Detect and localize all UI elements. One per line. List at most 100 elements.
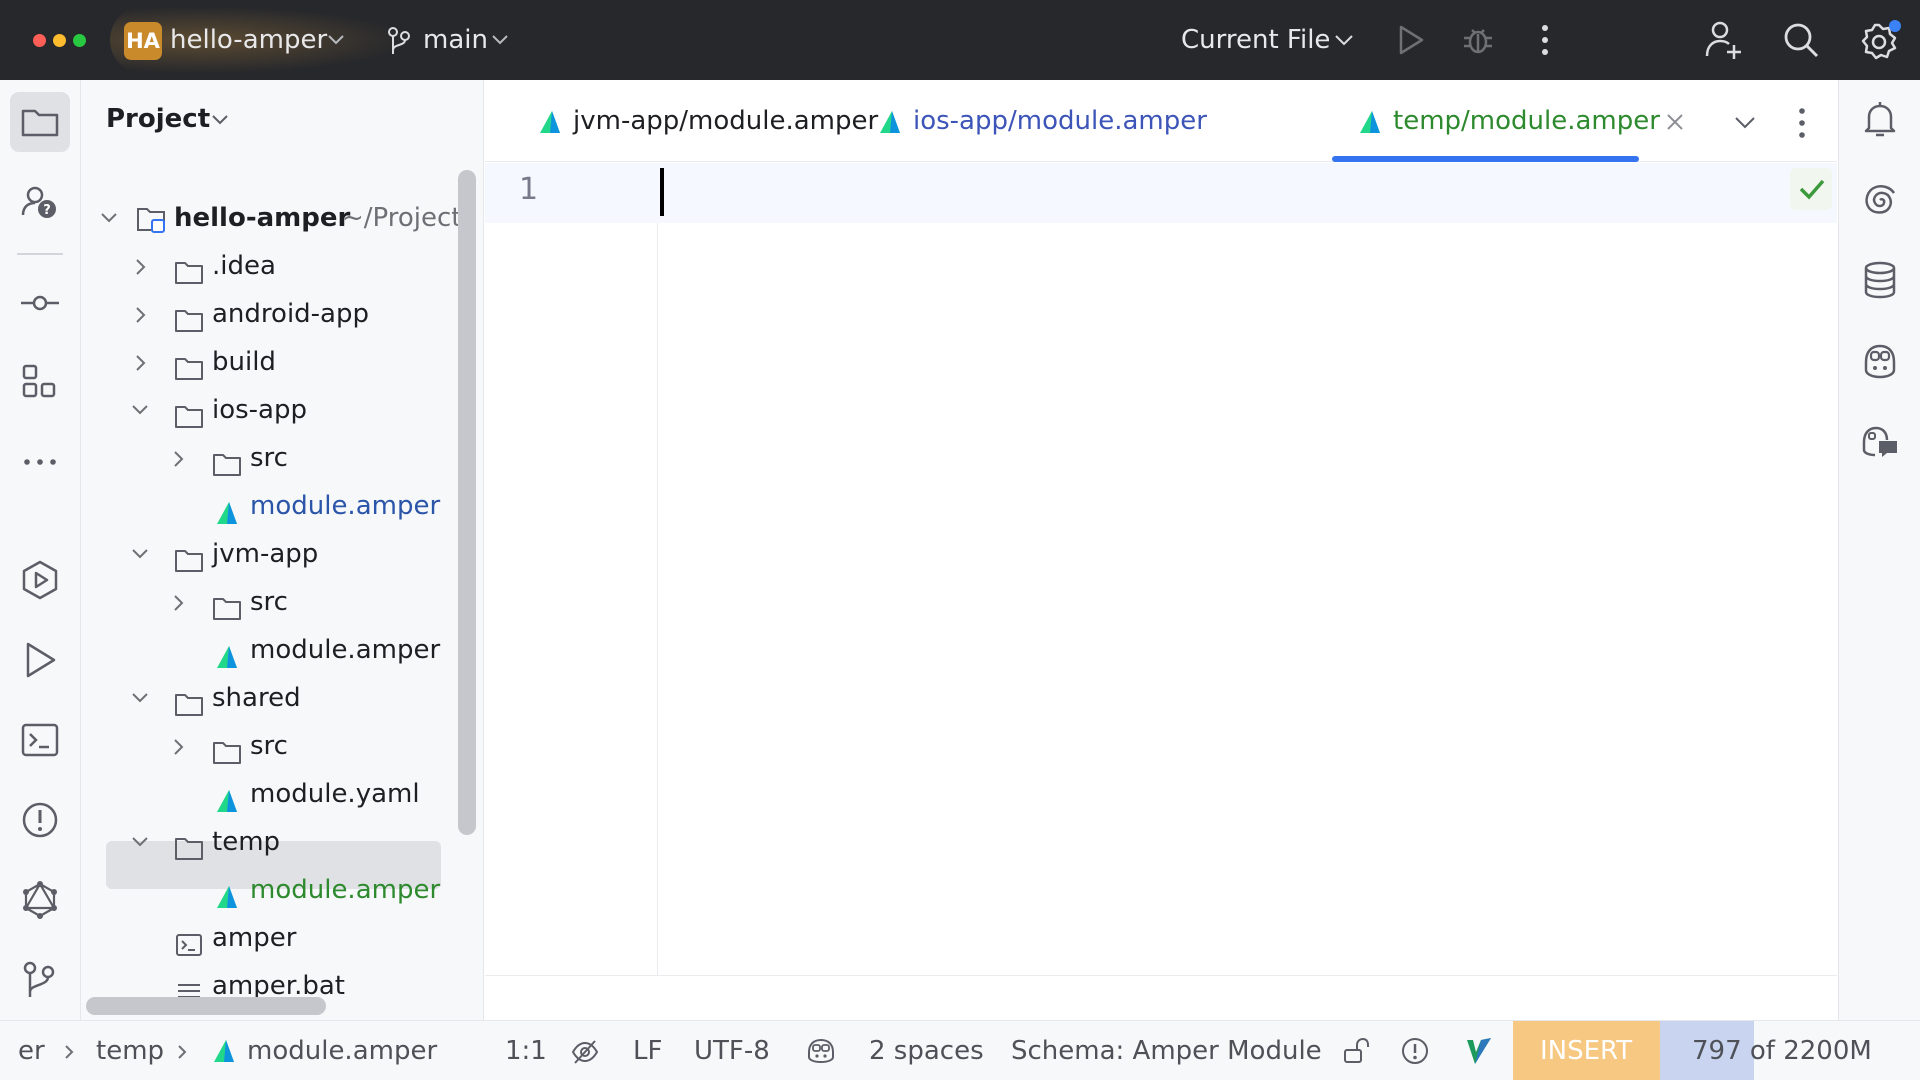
graphql-icon[interactable]: [20, 880, 60, 920]
tree-folder-row[interactable]: android-app: [81, 290, 461, 338]
svg-text:?: ?: [43, 203, 51, 218]
panel-title[interactable]: Project: [106, 104, 210, 134]
git-branch-icon[interactable]: [20, 960, 60, 1000]
more-tools-icon[interactable]: [20, 442, 60, 482]
caret-position[interactable]: 1:1: [505, 1021, 547, 1080]
more-vertical-icon[interactable]: [1538, 22, 1552, 58]
vim-icon[interactable]: [1465, 1036, 1493, 1066]
project-badge[interactable]: HA: [124, 22, 162, 60]
unlock-icon[interactable]: [1342, 1037, 1370, 1065]
chevron-down-icon[interactable]: [1334, 34, 1354, 46]
search-icon[interactable]: [1782, 21, 1820, 59]
chevron-down-icon[interactable]: [491, 34, 509, 46]
breadcrumb-folder[interactable]: temp: [96, 1021, 164, 1080]
chevron-down-icon[interactable]: [100, 210, 118, 226]
tree-folder-row[interactable]: src: [81, 722, 461, 770]
minimize-window-button[interactable]: [53, 34, 66, 47]
tree-file-row[interactable]: module.amper: [81, 866, 461, 914]
chevron-down-icon[interactable]: [131, 690, 149, 706]
file-encoding[interactable]: UTF-8: [694, 1021, 770, 1080]
ai-assistant-help-icon[interactable]: ?: [20, 182, 60, 222]
eye-crossed-icon[interactable]: [571, 1039, 599, 1065]
close-tab-icon[interactable]: [1666, 113, 1684, 131]
tree-file-row[interactable]: module.amper: [81, 626, 461, 674]
tree-folder-row[interactable]: shared: [81, 674, 461, 722]
settings-gear-icon[interactable]: [1860, 19, 1902, 61]
chevron-down-icon[interactable]: [327, 34, 345, 46]
amper-file-icon: [540, 111, 560, 133]
chevron-right-icon[interactable]: [172, 594, 186, 612]
tree-item-label: jvm-app: [212, 539, 319, 569]
vertical-scrollbar[interactable]: [458, 170, 476, 835]
copilot-icon[interactable]: [1860, 340, 1900, 380]
tree-folder-row[interactable]: jvm-app: [81, 530, 461, 578]
insert-mode-indicator[interactable]: INSERT: [1513, 1021, 1660, 1080]
tree-folder-row[interactable]: temp: [81, 818, 461, 866]
tree-folder-row[interactable]: src: [81, 434, 461, 482]
tree-item-label: ios-app: [212, 395, 307, 425]
toolbar-separator: [17, 253, 63, 255]
right-tool-strip: [1838, 80, 1920, 1020]
problems-icon[interactable]: [20, 800, 60, 840]
run-tool-icon[interactable]: [20, 640, 60, 680]
tree-item-label: module.amper: [250, 635, 441, 665]
branch-icon[interactable]: [386, 26, 412, 56]
breadcrumb-file[interactable]: module.amper: [247, 1021, 437, 1080]
memory-indicator[interactable]: 797 of 2200M: [1660, 1021, 1920, 1080]
inspection-status[interactable]: [1790, 168, 1832, 210]
run-icon[interactable]: [1397, 24, 1425, 56]
services-icon[interactable]: [20, 560, 60, 600]
tree-file-row[interactable]: amper: [81, 914, 461, 962]
debug-icon[interactable]: [1461, 24, 1495, 56]
indent-setting[interactable]: 2 spaces: [869, 1021, 984, 1080]
json-schema[interactable]: Schema: Amper Module: [1011, 1021, 1322, 1080]
run-config-selector[interactable]: Current File: [1181, 24, 1330, 56]
editor-tab-bar: jvm-app/module.amper ios-app/module.ampe…: [485, 80, 1837, 162]
chevron-down-icon[interactable]: [211, 114, 229, 126]
tree-item-label: .idea: [212, 251, 276, 281]
problems-status-icon[interactable]: [1401, 1037, 1429, 1065]
text-caret: [660, 168, 664, 216]
notifications-bell-icon[interactable]: [1860, 100, 1900, 140]
tree-folder-row[interactable]: src: [81, 578, 461, 626]
copilot-chat-icon[interactable]: [1860, 420, 1900, 460]
database-icon[interactable]: [1860, 260, 1900, 300]
tree-folder-row[interactable]: build: [81, 338, 461, 386]
chevron-down-icon[interactable]: [131, 546, 149, 562]
tree-item-label: src: [250, 587, 288, 617]
copilot-status-icon[interactable]: [806, 1037, 836, 1065]
add-user-icon[interactable]: [1704, 20, 1742, 60]
chevron-right-icon[interactable]: [134, 306, 148, 324]
title-bar: HA hello-amper main Current File: [0, 0, 1920, 80]
chevron-right-icon[interactable]: [172, 738, 186, 756]
chevron-down-icon[interactable]: [1734, 116, 1756, 130]
checkmark-icon: [1799, 179, 1825, 200]
code-editor-area[interactable]: [666, 223, 1836, 975]
breadcrumb-prefix[interactable]: er: [18, 1021, 45, 1080]
line-separator[interactable]: LF: [633, 1021, 662, 1080]
zoom-window-button[interactable]: [73, 34, 86, 47]
chevron-right-icon[interactable]: [172, 450, 186, 468]
terminal-icon[interactable]: [20, 720, 60, 760]
chevron-right-icon[interactable]: [134, 354, 148, 372]
project-name[interactable]: hello-amper: [170, 24, 327, 56]
tree-item-label: shared: [212, 683, 301, 713]
ai-assistant-spiral-icon[interactable]: [1860, 180, 1900, 220]
structure-icon[interactable]: [20, 362, 60, 402]
tree-folder-row[interactable]: .idea: [81, 242, 461, 290]
close-window-button[interactable]: [33, 34, 46, 47]
chevron-down-icon[interactable]: [131, 834, 149, 850]
chevron-right-icon: [65, 1045, 74, 1059]
chevron-down-icon[interactable]: [131, 402, 149, 418]
tree-file-row[interactable]: module.amper: [81, 482, 461, 530]
more-vertical-icon[interactable]: [1795, 106, 1809, 140]
tree-item-label: build: [212, 347, 276, 377]
commit-icon[interactable]: [20, 283, 60, 323]
project-folder-icon[interactable]: [20, 102, 60, 142]
tree-root-row[interactable]: hello-amper ~/Project: [81, 194, 462, 242]
tree-file-row[interactable]: module.yaml: [81, 770, 461, 818]
tree-folder-row[interactable]: ios-app: [81, 386, 461, 434]
chevron-right-icon[interactable]: [134, 258, 148, 276]
branch-name[interactable]: main: [423, 24, 488, 56]
horizontal-scrollbar[interactable]: [86, 997, 326, 1015]
